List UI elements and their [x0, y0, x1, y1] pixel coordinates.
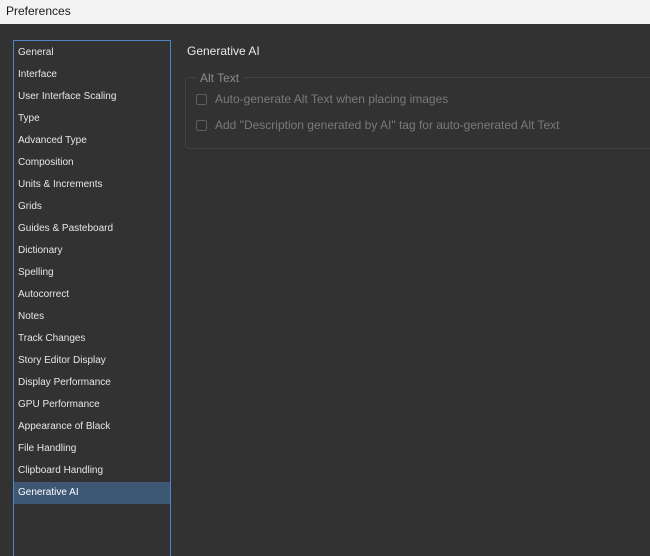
sidebar-item-dictionary[interactable]: Dictionary [14, 240, 170, 262]
ai-description-tag-option[interactable]: Add "Description generated by AI" tag fo… [196, 118, 560, 132]
preferences-panel: Generative AI Alt Text Auto-generate Alt… [185, 40, 650, 556]
sidebar-item-composition[interactable]: Composition [14, 152, 170, 174]
alt-text-group: Alt Text Auto-generate Alt Text when pla… [185, 70, 650, 149]
preferences-dialog: Preferences General Interface User Inter… [0, 0, 650, 556]
sidebar-item-generative-ai[interactable]: Generative AI [14, 482, 170, 504]
sidebar-item-units-increments[interactable]: Units & Increments [14, 174, 170, 196]
auto-generate-alt-text-option[interactable]: Auto-generate Alt Text when placing imag… [196, 92, 448, 106]
sidebar-item-story-editor-display[interactable]: Story Editor Display [14, 350, 170, 372]
sidebar-item-advanced-type[interactable]: Advanced Type [14, 130, 170, 152]
window-title-bar[interactable]: Preferences [0, 0, 650, 24]
sidebar-item-autocorrect[interactable]: Autocorrect [14, 284, 170, 306]
sidebar-item-clipboard-handling[interactable]: Clipboard Handling [14, 460, 170, 482]
sidebar-item-display-performance[interactable]: Display Performance [14, 372, 170, 394]
sidebar-item-track-changes[interactable]: Track Changes [14, 328, 170, 350]
sidebar-item-grids[interactable]: Grids [14, 196, 170, 218]
sidebar-item-appearance-of-black[interactable]: Appearance of Black [14, 416, 170, 438]
sidebar-item-guides-pasteboard[interactable]: Guides & Pasteboard [14, 218, 170, 240]
sidebar-item-type[interactable]: Type [14, 108, 170, 130]
panel-title: Generative AI [187, 44, 260, 58]
sidebar-item-notes[interactable]: Notes [14, 306, 170, 328]
sidebar-item-general[interactable]: General [14, 42, 170, 64]
preferences-category-list[interactable]: General Interface User Interface Scaling… [13, 40, 171, 556]
sidebar-item-interface[interactable]: Interface [14, 64, 170, 86]
sidebar-item-spelling[interactable]: Spelling [14, 262, 170, 284]
category-list: General Interface User Interface Scaling… [14, 41, 170, 504]
sidebar-item-user-interface-scaling[interactable]: User Interface Scaling [14, 86, 170, 108]
sidebar-item-file-handling[interactable]: File Handling [14, 438, 170, 460]
window-title: Preferences [6, 4, 71, 18]
sidebar-item-gpu-performance[interactable]: GPU Performance [14, 394, 170, 416]
ai-description-tag-label: Add "Description generated by AI" tag fo… [215, 118, 560, 132]
alt-text-group-label: Alt Text [196, 70, 244, 86]
auto-generate-alt-text-label: Auto-generate Alt Text when placing imag… [215, 92, 449, 106]
auto-generate-alt-text-checkbox[interactable] [196, 93, 207, 105]
ai-description-tag-checkbox[interactable] [196, 119, 207, 131]
